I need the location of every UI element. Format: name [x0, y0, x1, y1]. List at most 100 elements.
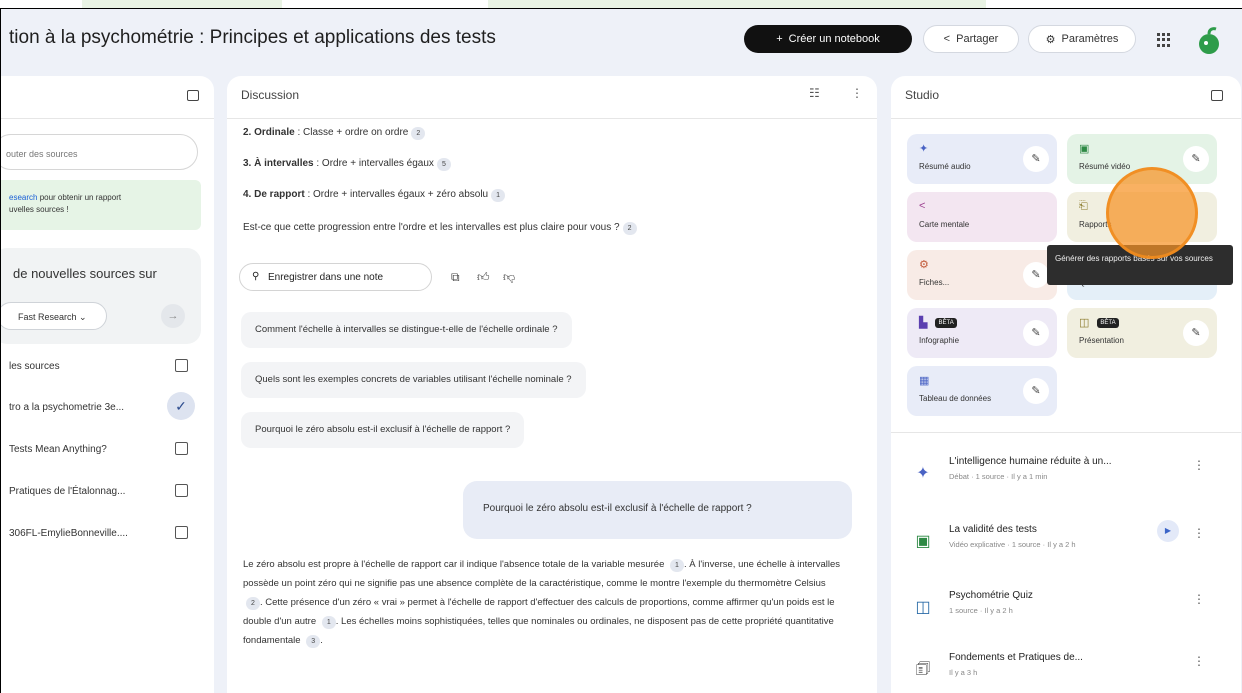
save-to-note-button[interactable]: ⚲ Enregistrer dans une note — [239, 263, 432, 291]
create-notebook-button[interactable]: + Créer un notebook — [744, 25, 912, 53]
tile-label: Tableau de données — [919, 394, 992, 403]
citation-chip[interactable]: 1 — [670, 559, 684, 572]
output-item[interactable]: ✦ L'intelligence humaine réduite à un...… — [891, 448, 1241, 508]
chat-settings-icon[interactable]: ☷ — [809, 86, 820, 100]
citation-chip[interactable]: 3 — [306, 635, 321, 648]
select-all-checkbox[interactable] — [175, 359, 188, 372]
report-icon: ⎗ — [1079, 200, 1088, 212]
panel-divider — [891, 118, 1241, 119]
source-item[interactable]: 306FL-EmylieBonneville.... — [1, 520, 199, 550]
flashcards-icon: ⚙ — [919, 259, 929, 271]
thumbs-up-icon[interactable]: 👍︎ — [477, 270, 490, 285]
discover-sources-box: de nouvelles sources sur Fast Research ⌄… — [1, 248, 201, 344]
pin-icon: ⚲ — [252, 271, 260, 282]
select-all-row[interactable]: les sources — [1, 353, 199, 383]
edit-icon[interactable]: ✎ — [1023, 146, 1049, 172]
infographic-icon: ▙ BÊTA — [919, 316, 957, 329]
more-vert-icon[interactable]: ⋮ — [1193, 654, 1205, 668]
search-sources-input[interactable]: outer des sources — [1, 134, 198, 170]
edit-icon[interactable]: ✎ — [1183, 146, 1209, 172]
panel-divider — [227, 118, 877, 119]
source-item[interactable]: tro a la psychometrie 3e... ✓ — [1, 392, 199, 424]
video-icon: ▣ — [915, 533, 931, 550]
edit-icon[interactable]: ✎ — [1023, 378, 1049, 404]
source-checkbox[interactable] — [175, 526, 188, 539]
tile-label: Infographie — [919, 336, 960, 345]
plus-icon: + — [776, 33, 783, 45]
research-mode-select[interactable]: Fast Research ⌄ — [1, 302, 107, 330]
source-checkbox[interactable] — [175, 484, 188, 497]
discussion-panel: Discussion ☷ ⋮ 2. Ordinale : Classe + or… — [227, 76, 877, 693]
mindmap-icon: < — [919, 200, 926, 212]
research-link[interactable]: esearch — [9, 193, 37, 202]
presentation-icon: ◫ BÊTA — [1079, 316, 1119, 329]
tile-mind-map[interactable]: < Carte mentale — [907, 192, 1057, 242]
tile-data-table[interactable]: ▦ Tableau de données ✎ — [907, 366, 1057, 416]
edit-icon[interactable]: ✎ — [1183, 320, 1209, 346]
line-term: 3. À intervalles — [243, 158, 314, 169]
more-vert-icon[interactable]: ⋮ — [1193, 526, 1205, 540]
suggested-question[interactable]: Pourquoi le zéro absolu est-il exclusif … — [241, 412, 525, 448]
collapse-panel-icon[interactable] — [187, 90, 199, 101]
app-window: tion à la psychométrie : Principes et ap… — [0, 8, 1242, 693]
share-button[interactable]: < Partager — [923, 25, 1019, 53]
source-item[interactable]: Tests Mean Anything? — [1, 436, 199, 466]
source-checkbox-checked[interactable]: ✓ — [167, 392, 195, 420]
audio-icon: ✦ — [919, 143, 929, 155]
citation-chip[interactable]: 2 — [246, 597, 260, 610]
source-item[interactable]: Pratiques de l'Étalonnag... — [1, 478, 199, 508]
suggested-question[interactable]: Quels sont les exemples concrets de vari… — [241, 362, 586, 398]
citation-chip[interactable]: 2 — [622, 222, 637, 235]
outputs-divider — [891, 432, 1241, 433]
search-placeholder: outer des sources — [6, 149, 78, 159]
thumbs-down-icon[interactable]: 👎︎ — [503, 270, 515, 285]
play-icon[interactable]: ▶ — [1157, 520, 1179, 542]
source-label: Tests Mean Anything? — [9, 444, 107, 455]
create-notebook-label: Créer un notebook — [788, 33, 880, 45]
answer-line: 3. À intervalles : Ordre + intervalles é… — [243, 158, 451, 171]
source-label: Pratiques de l'Étalonnag... — [9, 486, 126, 497]
notebook-title[interactable]: tion à la psychométrie : Principes et ap… — [9, 27, 496, 49]
output-meta: Débat · 1 source · Il y a 1 min — [949, 472, 1048, 481]
citation-chip[interactable]: 5 — [436, 158, 451, 171]
notice-text-1: pour obtenir un rapport — [37, 193, 122, 202]
more-vert-icon[interactable]: ⋮ — [1193, 592, 1205, 606]
notes-icon: 🗊 — [915, 661, 931, 678]
suggested-question[interactable]: Comment l'échelle à intervalles se disti… — [241, 312, 572, 348]
output-title: L'intelligence humaine réduite à un... — [949, 456, 1112, 467]
citation-chip[interactable]: 1 — [491, 189, 506, 202]
tile-presentation[interactable]: ◫ BÊTA Présentation ✎ — [1067, 308, 1217, 358]
edit-icon[interactable]: ✎ — [1023, 262, 1049, 288]
tile-flashcards[interactable]: ⚙ Fiches... ✎ — [907, 250, 1057, 300]
output-title: Fondements et Pratiques de... — [949, 652, 1083, 663]
save-to-note-label: Enregistrer dans une note — [268, 272, 384, 283]
avatar[interactable] — [1196, 26, 1222, 56]
citation-chip[interactable]: 1 — [321, 616, 336, 629]
edit-icon[interactable]: ✎ — [1023, 320, 1049, 346]
studio-panel: Studio ✦ Résumé audio ✎ ▣ Résumé vidéo ✎… — [891, 76, 1241, 693]
tile-audio-summary[interactable]: ✦ Résumé audio ✎ — [907, 134, 1057, 184]
tile-label: Fiches... — [919, 278, 950, 287]
chevron-down-icon: ⌄ — [79, 312, 87, 322]
source-label: tro a la psychometrie 3e... — [9, 402, 125, 413]
copy-icon[interactable]: ⧉ — [451, 270, 460, 285]
settings-button[interactable]: ⚙ Paramètres — [1028, 25, 1136, 53]
research-notice: esearch pour obtenir un rapport uvelles … — [1, 180, 201, 230]
video-icon: ▣ — [1079, 143, 1090, 155]
research-mode-label: Fast Research — [18, 312, 77, 322]
settings-label: Paramètres — [1061, 33, 1119, 45]
more-vert-icon[interactable]: ⋮ — [851, 86, 863, 100]
answer-text: . — [320, 635, 323, 646]
tile-infographic[interactable]: ▙ BÊTA Infographie ✎ — [907, 308, 1057, 358]
discussion-title: Discussion — [241, 88, 300, 102]
source-checkbox[interactable] — [175, 442, 188, 455]
output-meta: Il y a 3 h — [949, 668, 978, 677]
citation-chip[interactable]: 2 — [411, 127, 426, 140]
output-item[interactable]: ◫ Psychométrie Quiz 1 source · Il y a 2 … — [891, 582, 1241, 642]
submit-arrow-button[interactable]: → — [161, 304, 185, 328]
collapse-panel-icon[interactable] — [1211, 90, 1223, 101]
output-item[interactable]: 🗊 Fondements et Pratiques de... Il y a 3… — [891, 644, 1241, 693]
more-vert-icon[interactable]: ⋮ — [1193, 458, 1205, 472]
output-item[interactable]: ▣ La validité des tests Vidéo explicativ… — [891, 516, 1241, 576]
apps-grid-icon[interactable] — [1157, 33, 1171, 47]
